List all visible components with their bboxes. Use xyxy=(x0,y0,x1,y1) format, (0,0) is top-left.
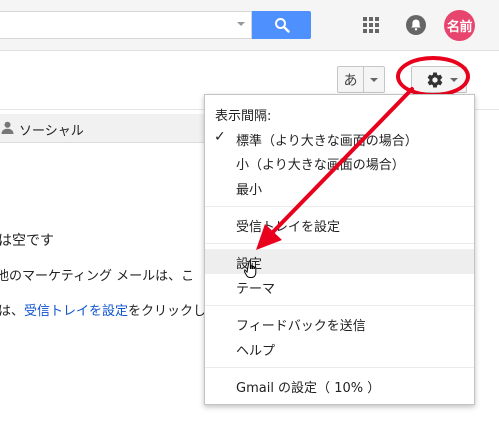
input-tools-dropdown[interactable] xyxy=(364,66,385,93)
menu-item-label: ヘルプ xyxy=(236,344,276,359)
menu-item-density-compact[interactable]: 最小 xyxy=(205,175,474,200)
promo-description: 他のマーケティング メールは、こ xyxy=(0,269,195,284)
input-tools-button[interactable]: あ xyxy=(337,66,364,93)
menu-divider xyxy=(205,243,474,244)
menu-item-label: 標準（より大きな画面の場合） xyxy=(236,134,418,149)
search-input[interactable] xyxy=(0,11,252,39)
menu-item-label: 最小 xyxy=(236,183,263,198)
menu-item-label: フィードバックを送信 xyxy=(236,319,366,334)
menu-divider xyxy=(205,367,474,368)
help-prefix: は、 xyxy=(0,304,25,319)
hand-cursor-icon xyxy=(244,260,257,278)
tab-social-label: ソーシャル xyxy=(19,124,84,139)
help-text: は、受信トレイを設定をクリックし xyxy=(0,300,206,319)
menu-item-label: Gmail の設定（ 10% ） xyxy=(236,381,381,396)
settings-menu: 表示間隔: ✓ 標準（より大きな画面の場合） 小（より大きな画面の場合） 最小 … xyxy=(204,94,475,405)
menu-header-label: 表示間隔: xyxy=(215,109,272,124)
tab-social[interactable]: ソーシャル xyxy=(0,114,215,143)
menu-item-gmail-settings-survey[interactable]: Gmail の設定（ 10% ） xyxy=(205,373,474,398)
search-button[interactable] xyxy=(252,11,311,39)
notifications-bell-icon[interactable] xyxy=(405,14,427,36)
check-icon: ✓ xyxy=(214,129,226,145)
menu-item-help[interactable]: ヘルプ xyxy=(205,336,474,361)
menu-display-density-header: 表示間隔: xyxy=(205,101,474,126)
menu-item-density-cozy[interactable]: 小（より大きな画面の場合） xyxy=(205,150,474,175)
menu-item-label: 小（より大きな画面の場合） xyxy=(236,158,405,173)
configure-inbox-link[interactable]: 受信トレイを設定 xyxy=(24,304,128,319)
menu-item-density-comfortable[interactable]: ✓ 標準（より大きな画面の場合） xyxy=(205,126,474,151)
menu-item-configure-inbox[interactable]: 受信トレイを設定 xyxy=(205,212,474,237)
chevron-down-icon xyxy=(370,78,378,82)
avatar[interactable]: 名前 xyxy=(444,10,475,41)
menu-item-label: テーマ xyxy=(236,282,276,297)
apps-grid-icon[interactable] xyxy=(363,17,379,33)
help-suffix: をクリックし xyxy=(128,304,207,319)
menu-divider xyxy=(205,206,474,207)
menu-item-label: 受信トレイを設定 xyxy=(236,220,341,235)
menu-divider xyxy=(205,305,474,306)
search-icon xyxy=(275,18,290,33)
annotation-highlight-oval xyxy=(396,56,470,97)
menu-item-send-feedback[interactable]: フィードバックを送信 xyxy=(205,311,474,336)
empty-inbox-message: は空です xyxy=(0,233,54,249)
person-icon xyxy=(1,121,14,134)
top-bar: 名前 xyxy=(0,0,499,51)
search-options-icon[interactable] xyxy=(237,22,245,26)
